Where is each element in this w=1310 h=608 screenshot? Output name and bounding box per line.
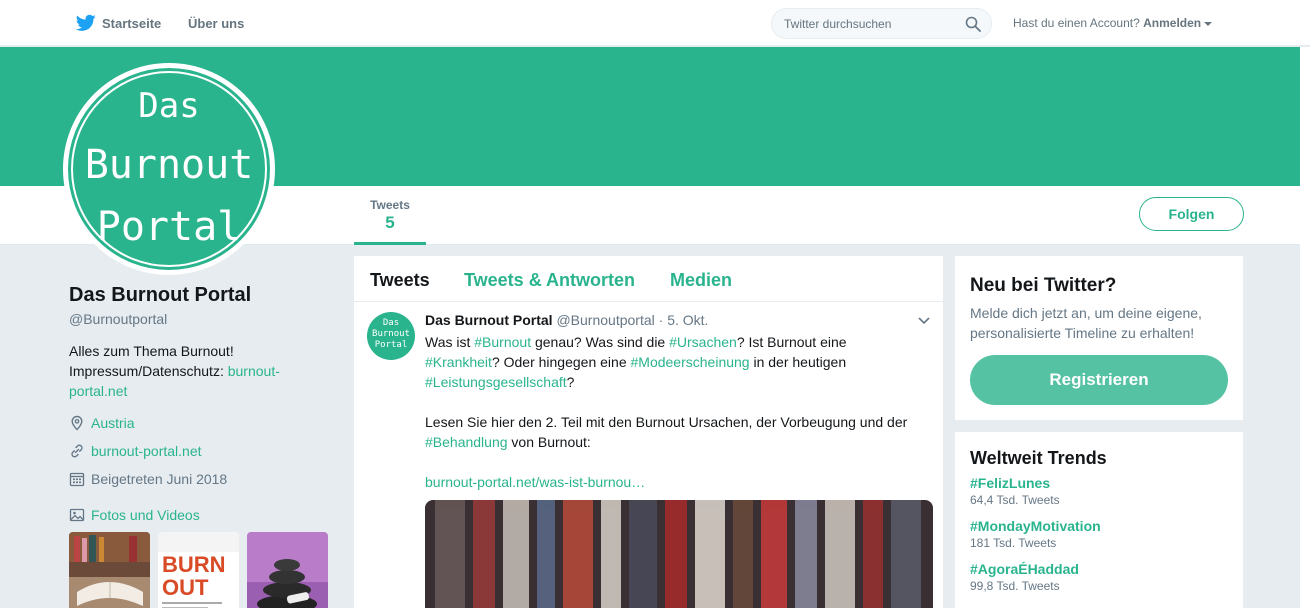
trend-item[interactable]: #MondayMotivation 181 Tsd. Tweets [970, 518, 1101, 550]
signup-text: Melde dich jetzt an, um deine eigene, pe… [970, 305, 1202, 341]
timeline: Tweets Tweets & Antworten Medien Das Bur… [354, 256, 943, 608]
tweet-avatar[interactable]: Das Burnout Portal [367, 312, 415, 360]
home-label: Startseite [102, 15, 162, 31]
trend-item[interactable]: #AgoraÉHaddad 99,8 Tsd. Tweets [970, 561, 1079, 593]
chevron-down-icon[interactable] [1204, 21, 1213, 26]
top-nav: Startseite Über uns Hast du einen Accoun… [0, 0, 1310, 46]
tweet-author[interactable]: Das Burnout Portal [425, 312, 553, 328]
chevron-down-icon[interactable] [917, 316, 931, 326]
tab-tweets-and-replies[interactable]: Tweets & Antworten [464, 270, 635, 291]
twitter-bird-icon [76, 14, 96, 31]
account-area: Hast du einen Account? Anmelden [1013, 16, 1213, 30]
location-pin-icon [71, 415, 83, 431]
tweet-header: Das Burnout Portal @Burnoutportal · 5. O… [425, 312, 708, 328]
profile-name[interactable]: Das Burnout Portal [69, 284, 339, 307]
trend-name[interactable]: #MondayMotivation [970, 518, 1101, 534]
profile-handle: @Burnoutportal [69, 311, 168, 327]
media-link[interactable]: Fotos und Videos [91, 507, 200, 523]
svg-text:OUT: OUT [162, 575, 209, 600]
account-prompt: Hast du einen Account? [1013, 16, 1140, 30]
avatar-line-1: Das [138, 86, 200, 126]
follow-button[interactable]: Folgen [1139, 197, 1244, 231]
media-thumb-book[interactable] [69, 532, 150, 608]
tweet-image[interactable] [425, 500, 933, 608]
scrollbar-gutter [1300, 47, 1310, 608]
register-button[interactable]: Registrieren [970, 355, 1228, 405]
stat-tweets-count: 5 [385, 213, 395, 232]
tab-tweets[interactable]: Tweets [370, 270, 430, 291]
signup-title: Neu bei Twitter? [970, 275, 1117, 296]
link-icon [71, 444, 83, 458]
tweet-link[interactable]: burnout-portal.net/was-ist-burnou… [425, 474, 645, 490]
stat-tweets[interactable]: Tweets 5 [354, 186, 426, 245]
svg-text:BURN: BURN [162, 552, 226, 577]
tab-media[interactable]: Medien [670, 270, 732, 291]
timeline-tabs: Tweets Tweets & Antworten Medien [354, 256, 943, 302]
about-link[interactable]: Über uns [188, 16, 244, 31]
profile-joined: Beigetreten Juni 2018 [69, 471, 227, 487]
profile-avatar[interactable]: Das Burnout Portal [63, 63, 275, 275]
trend-name[interactable]: #FelizLunes [970, 475, 1060, 491]
profile-website: burnout-portal.net [69, 443, 202, 459]
hashtag[interactable]: #Leistungsgesellschaft [425, 374, 567, 390]
calendar-icon [69, 472, 85, 487]
tweet-handle[interactable]: @Burnoutportal [556, 312, 654, 328]
trend-item[interactable]: #FelizLunes 64,4 Tsd. Tweets [970, 475, 1060, 507]
login-link[interactable]: Anmelden [1143, 16, 1201, 30]
hashtag[interactable]: #Ursachen [669, 334, 737, 350]
profile-location: Austria [69, 415, 135, 431]
hashtag[interactable]: #Modeerscheinung [631, 354, 750, 370]
tweet-text: Was ist #Burnout genau? Was sind die #Ur… [425, 334, 908, 490]
profile-bio: Alles zum Thema Burnout! Impressum/Daten… [69, 341, 299, 401]
photo-icon [69, 508, 85, 522]
website-link[interactable]: burnout-portal.net [91, 443, 202, 459]
location-text[interactable]: Austria [91, 415, 135, 431]
trends-title: Weltweit Trends [970, 448, 1107, 468]
bio-prefix: Impressum/Datenschutz: [69, 363, 224, 379]
trend-count: 64,4 Tsd. Tweets [970, 493, 1060, 507]
media-thumbnails: BURN OUT [69, 532, 328, 608]
search-input[interactable] [772, 9, 952, 38]
media-header: Fotos und Videos [69, 507, 200, 523]
hashtag[interactable]: #Behandlung [425, 434, 508, 450]
stat-tweets-label: Tweets [370, 198, 410, 212]
profile-sidebar: Das Burnout Portal @Burnoutportal Alles … [69, 284, 339, 608]
hashtag[interactable]: #Burnout [474, 334, 531, 350]
avatar-line-2: Burnout [84, 142, 254, 188]
home-link[interactable]: Startseite [76, 14, 161, 32]
media-thumb-stones[interactable] [247, 532, 328, 608]
trend-name[interactable]: #AgoraÉHaddad [970, 561, 1079, 577]
avatar-line-3: Portal [96, 204, 242, 250]
hashtag[interactable]: #Krankheit [425, 354, 492, 370]
trends-card: Weltweit Trends #FelizLunes 64,4 Tsd. Tw… [955, 432, 1243, 608]
search-box [771, 8, 992, 39]
bio-line-2: Impressum/Datenschutz: burnout-portal.ne… [69, 361, 299, 401]
trend-count: 99,8 Tsd. Tweets [970, 579, 1060, 593]
tweet-date[interactable]: · 5. Okt. [659, 312, 709, 328]
signup-card: Neu bei Twitter? Melde dich jetzt an, um… [955, 256, 1243, 420]
media-thumb-burnout-cover[interactable]: BURN OUT [158, 532, 239, 608]
bio-line-1: Alles zum Thema Burnout! [69, 343, 234, 359]
trend-count: 181 Tsd. Tweets [970, 536, 1057, 550]
joined-text: Beigetreten Juni 2018 [91, 471, 228, 487]
search-icon[interactable] [965, 16, 981, 32]
